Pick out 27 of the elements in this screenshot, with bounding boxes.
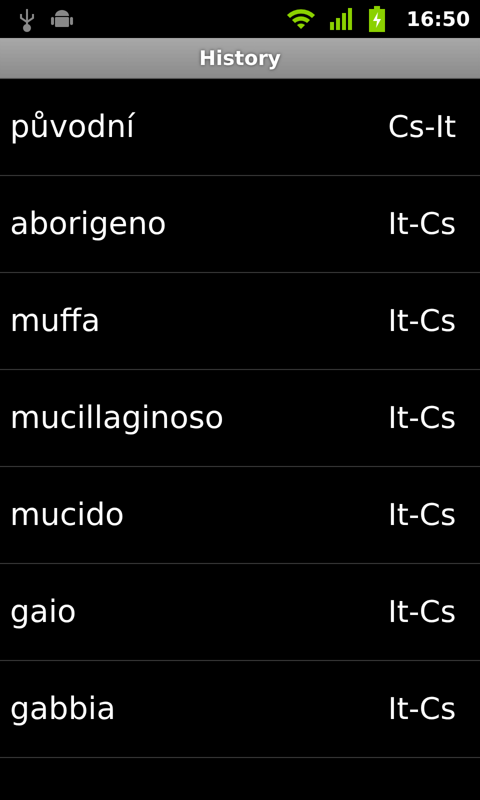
history-row[interactable]: původní Cs-It (0, 79, 480, 176)
history-word: muffa (10, 303, 100, 339)
language-direction: It-Cs (388, 498, 456, 532)
clock-time: 16:50 (406, 7, 470, 31)
screen-title: History (199, 46, 281, 70)
history-word: gaio (10, 594, 76, 630)
language-direction: It-Cs (388, 206, 456, 242)
history-row[interactable]: gabbia It-Cs (0, 661, 480, 758)
history-row[interactable]: muffa It-Cs (0, 273, 480, 370)
history-row[interactable]: aborigeno It-Cs (0, 176, 480, 273)
history-word: aborigeno (10, 206, 166, 242)
battery-charging-icon (368, 6, 386, 32)
usb-icon (18, 6, 36, 32)
signal-icon (330, 8, 354, 30)
history-row[interactable]: mucido It-Cs (0, 467, 480, 564)
history-word: gabbia (10, 691, 116, 727)
language-direction: It-Cs (388, 400, 456, 436)
language-direction: Cs-It (388, 110, 456, 144)
wifi-icon (286, 7, 316, 31)
history-word: mucido (10, 497, 124, 533)
history-row[interactable]: gaio It-Cs (0, 564, 480, 661)
history-word: mucillaginoso (10, 400, 224, 436)
language-direction: It-Cs (388, 594, 456, 630)
history-word: původní (10, 109, 135, 145)
history-row[interactable]: mucillaginoso It-Cs (0, 370, 480, 467)
language-direction: It-Cs (388, 304, 456, 338)
language-direction: It-Cs (388, 692, 456, 726)
